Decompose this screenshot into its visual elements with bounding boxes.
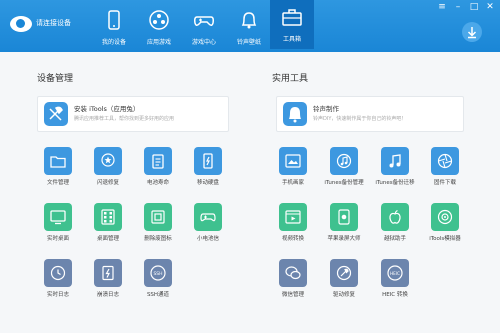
tool-realtime-log[interactable]: 实时日志 bbox=[31, 259, 85, 299]
usb-drive-icon bbox=[203, 153, 213, 169]
folder-icon bbox=[50, 156, 66, 168]
picture-icon bbox=[285, 154, 301, 168]
section-title-utility-tools: 实用工具 bbox=[272, 74, 309, 84]
music-note-icon bbox=[389, 154, 401, 168]
tool-label: 手机画家 bbox=[281, 180, 304, 186]
close-icon[interactable]: ✕ bbox=[484, 2, 496, 12]
top-nav-bar: 请连接设备 我的设备 应用游戏 游戏中心 铃声壁纸 工具箱 ≡ – □ ✕ bbox=[0, 0, 500, 52]
tool-label: iTunes备份迁移 bbox=[375, 180, 415, 186]
card-title: 安装 iTools（应用兔） bbox=[74, 105, 140, 113]
tool-video-convert[interactable]: 视频转换 bbox=[266, 203, 320, 243]
tool-file-manager[interactable]: 文件管理 bbox=[31, 147, 85, 187]
tool-desktop-manager[interactable]: 桌面管理 bbox=[81, 203, 135, 243]
phone-icon bbox=[108, 10, 120, 30]
log-icon bbox=[50, 265, 66, 281]
tool-wechat-manager[interactable]: 微信管理 bbox=[266, 259, 320, 299]
tool-driver-repair[interactable]: 驱动修复 bbox=[317, 259, 371, 299]
tool-screen-recorder[interactable]: 苹果录屏大师 bbox=[317, 203, 371, 243]
maximize-icon[interactable]: □ bbox=[468, 2, 480, 12]
tab-my-device[interactable]: 我的设备 bbox=[92, 3, 136, 49]
tool-crash-fix[interactable]: 闪退修复 bbox=[81, 147, 135, 187]
tool-battery-life[interactable]: 电池寿命 bbox=[131, 147, 185, 187]
tool-label: 桌面管理 bbox=[96, 236, 119, 242]
tool-label: iTools模拟器 bbox=[429, 236, 461, 242]
star-badge-icon bbox=[101, 153, 115, 167]
bell-icon bbox=[241, 12, 257, 29]
tab-toolbox[interactable]: 工具箱 bbox=[270, 0, 314, 49]
music-backup-icon bbox=[336, 153, 352, 169]
tool-label: 苹果录屏大师 bbox=[327, 236, 361, 242]
svg-text:HEIC: HEIC bbox=[390, 271, 400, 276]
tool-label: 越狱助手 bbox=[383, 236, 406, 242]
gamepad-icon bbox=[194, 16, 214, 27]
toolbox-content: 设备管理 实用工具 安装 iTools（应用兔） 腾讯应用推荐工具，帮你找到更多… bbox=[0, 52, 500, 333]
section-title-device-management: 设备管理 bbox=[37, 74, 74, 84]
tool-label: 移动硬盘 bbox=[196, 180, 219, 186]
tool-mini-battery[interactable]: 小电池信 bbox=[181, 203, 235, 243]
bell-icon bbox=[283, 102, 307, 126]
apps-icon bbox=[149, 10, 169, 30]
tool-label: 文件管理 bbox=[46, 180, 69, 186]
trash-icon bbox=[151, 210, 165, 224]
card-subtitle: 铃声DIY，快速制作属于你自己的铃声吧！ bbox=[313, 116, 407, 122]
tool-label: 小电池信 bbox=[196, 236, 219, 242]
tool-firmware-download[interactable]: 固件下载 bbox=[418, 147, 472, 187]
chat-icon bbox=[285, 266, 301, 280]
tool-label: 固件下载 bbox=[433, 180, 456, 186]
svg-text:SSH: SSH bbox=[153, 271, 162, 277]
record-icon bbox=[338, 209, 350, 225]
tool-label: 实时日志 bbox=[46, 292, 69, 298]
tool-phone-painter[interactable]: 手机画家 bbox=[266, 147, 320, 187]
tab-label: 工具箱 bbox=[282, 36, 301, 43]
clipboard-icon bbox=[152, 154, 164, 169]
aperture-icon bbox=[437, 153, 453, 169]
tool-ssh-tunnel[interactable]: SSH SSH通道 bbox=[131, 259, 185, 299]
itools-logo-icon bbox=[10, 16, 32, 32]
monitor-icon bbox=[50, 210, 66, 225]
tool-label: 删除废图标 bbox=[144, 236, 172, 242]
wrench-icon bbox=[336, 265, 352, 281]
tool-label: 电池寿命 bbox=[146, 180, 169, 186]
card-title: 铃声制作 bbox=[313, 105, 339, 113]
tool-label: 闪退修复 bbox=[96, 180, 119, 186]
tool-crash-log[interactable]: 崩溃日志 bbox=[81, 259, 135, 299]
film-icon bbox=[285, 210, 301, 224]
tool-label: 视频转换 bbox=[281, 236, 304, 242]
itools-window: 请连接设备 我的设备 应用游戏 游戏中心 铃声壁纸 工具箱 ≡ – □ ✕ 设备… bbox=[0, 0, 500, 333]
tool-heic-convert[interactable]: HEIC HEIC 转换 bbox=[368, 259, 422, 299]
install-itools-card[interactable]: 安装 iTools（应用兔） 腾讯应用推荐工具，帮你找到更多好用的应用 bbox=[37, 96, 229, 132]
tab-apps-games[interactable]: 应用游戏 bbox=[137, 3, 181, 49]
tool-label: HEIC 转换 bbox=[382, 292, 408, 298]
minimize-icon[interactable]: – bbox=[452, 2, 464, 12]
gamepad-icon bbox=[200, 213, 216, 222]
heic-icon: HEIC bbox=[387, 265, 403, 281]
device-status[interactable]: 请连接设备 bbox=[36, 18, 71, 28]
toolbox-icon bbox=[282, 9, 302, 26]
tool-label: iTunes备份管理 bbox=[324, 180, 364, 186]
crash-log-icon bbox=[102, 265, 114, 281]
tool-live-desktop[interactable]: 实时桌面 bbox=[31, 203, 85, 243]
grid-icon bbox=[101, 209, 115, 225]
tool-label: SSH通道 bbox=[146, 292, 170, 298]
tool-itunes-backup-migrate[interactable]: iTunes备份迁移 bbox=[368, 147, 422, 187]
download-manager-button[interactable] bbox=[462, 22, 482, 42]
tools-app-icon bbox=[44, 102, 68, 126]
tool-delete-icons[interactable]: 删除废图标 bbox=[131, 203, 185, 243]
card-subtitle: 腾讯应用推荐工具，帮你找到更多好用的应用 bbox=[74, 116, 175, 122]
tool-label: 微信管理 bbox=[281, 292, 304, 298]
ssh-icon: SSH bbox=[150, 265, 166, 281]
tool-itools-simulator[interactable]: iTools模拟器 bbox=[418, 203, 472, 243]
simulator-icon bbox=[437, 209, 453, 225]
download-icon bbox=[467, 27, 477, 39]
apple-icon bbox=[389, 210, 401, 224]
tool-label: 崩溃日志 bbox=[96, 292, 119, 298]
ringtone-maker-card[interactable]: 铃声制作 铃声DIY，快速制作属于你自己的铃声吧！ bbox=[276, 96, 464, 132]
tool-label: 驱动修复 bbox=[332, 292, 355, 298]
tool-label: 实时桌面 bbox=[46, 236, 69, 242]
tool-itunes-backup-manager[interactable]: iTunes备份管理 bbox=[317, 147, 371, 187]
tool-jailbreak-assistant[interactable]: 越狱助手 bbox=[368, 203, 422, 243]
tab-game-center[interactable]: 游戏中心 bbox=[182, 3, 226, 49]
tool-mobile-disk[interactable]: 移动硬盘 bbox=[181, 147, 235, 187]
menu-icon[interactable]: ≡ bbox=[436, 2, 448, 12]
